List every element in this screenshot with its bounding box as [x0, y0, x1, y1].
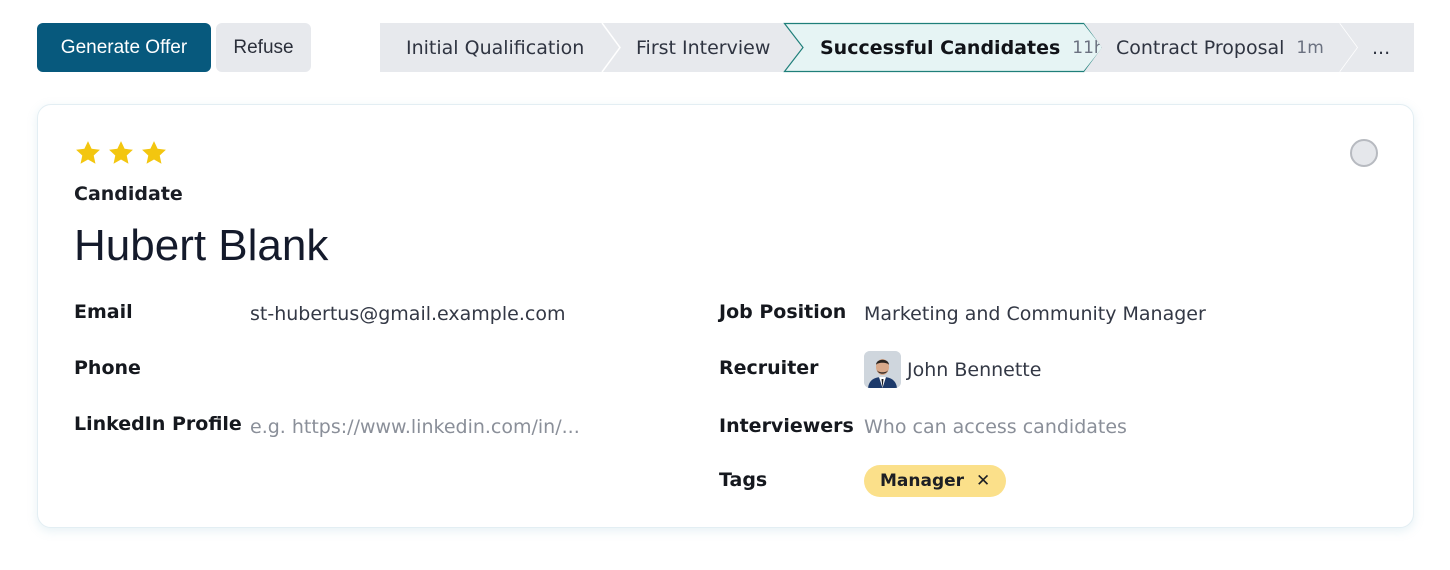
stage-label: First Interview — [636, 36, 771, 59]
control-panel: Generate Offer Refuse Initial Qualificat… — [0, 0, 1450, 96]
phone-label: Phone — [74, 357, 141, 379]
interviewers-field[interactable]: Who can access candidates — [864, 416, 1127, 438]
job-position-label: Job Position — [719, 301, 847, 323]
star-icon[interactable] — [140, 139, 168, 167]
stage-label: Contract Proposal — [1116, 36, 1285, 59]
phone-field[interactable] — [250, 359, 650, 385]
recruiter-name: John Bennette — [907, 358, 1042, 381]
stage-successful-candidates[interactable]: Successful Candidates 11h — [783, 22, 1105, 73]
tags-label: Tags — [719, 469, 768, 491]
candidate-label: Candidate — [74, 183, 183, 205]
recruiter-field[interactable]: John Bennette — [864, 351, 1041, 388]
stage-statusbar: Initial Qualification First Interview Su… — [380, 22, 1414, 73]
priority-stars[interactable] — [74, 139, 168, 167]
close-icon[interactable]: ✕ — [976, 471, 990, 491]
stage-label: ... — [1372, 36, 1391, 59]
star-icon[interactable] — [107, 139, 135, 167]
stage-label: Initial Qualification — [406, 36, 585, 59]
avatar — [864, 351, 901, 388]
tag-manager[interactable]: Manager ✕ — [864, 465, 1007, 497]
stage-more[interactable]: ... — [1340, 23, 1414, 72]
email-label: Email — [74, 301, 133, 323]
star-icon[interactable] — [74, 139, 102, 167]
person-photo-icon — [864, 351, 901, 388]
linkedin-field[interactable]: e.g. https://www.linkedin.com/in/... — [250, 416, 580, 438]
candidate-form-sheet: Candidate Hubert Blank Email st-hubertus… — [37, 104, 1414, 528]
interviewers-label: Interviewers — [719, 415, 854, 437]
tag-label: Manager — [880, 471, 965, 491]
generate-offer-button[interactable]: Generate Offer — [37, 23, 211, 72]
stage-duration: 1m — [1296, 37, 1324, 58]
job-position-field[interactable]: Marketing and Community Manager — [864, 303, 1206, 325]
email-field[interactable]: st-hubertus@gmail.example.com — [250, 303, 565, 325]
stage-first-interview[interactable]: First Interview — [601, 22, 802, 73]
stage-initial-qualification[interactable]: Initial Qualification — [380, 23, 620, 72]
linkedin-label: LinkedIn Profile — [74, 413, 242, 435]
stage-label: Successful Candidates — [820, 36, 1061, 59]
stage-contract-proposal[interactable]: Contract Proposal 1m — [1084, 22, 1359, 73]
candidate-name-field[interactable]: Hubert Blank — [74, 221, 328, 271]
refuse-button[interactable]: Refuse — [216, 23, 311, 72]
recruiter-label: Recruiter — [719, 357, 819, 379]
kanban-state-indicator[interactable] — [1350, 139, 1378, 167]
